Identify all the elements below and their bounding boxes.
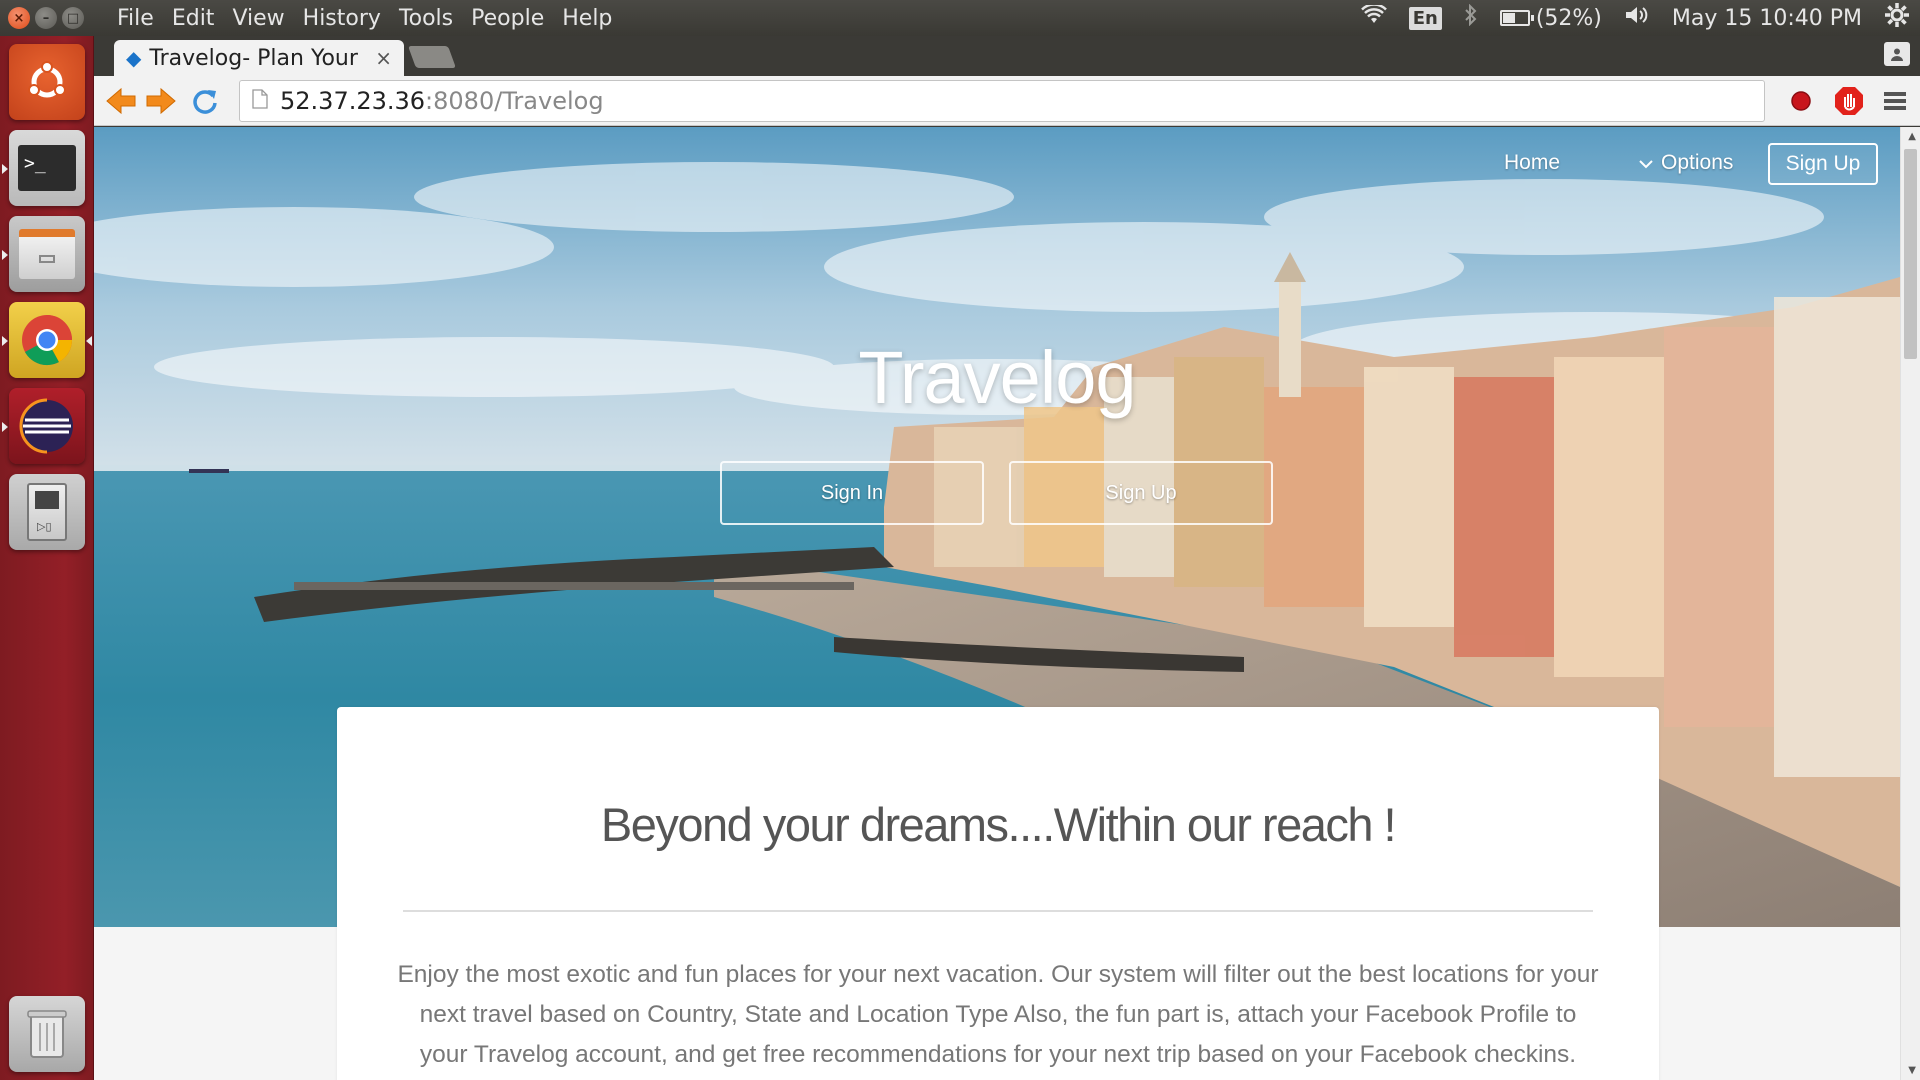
- adblock-extension-icon[interactable]: [1834, 86, 1864, 116]
- menu-tools[interactable]: Tools: [390, 6, 462, 31]
- menu-edit[interactable]: Edit: [163, 6, 224, 31]
- trash-icon[interactable]: [9, 996, 85, 1072]
- clock-datetime[interactable]: May 15 10:40 PM: [1672, 6, 1862, 31]
- browser-tab-active[interactable]: ◆ Travelog- Plan Your ×: [114, 40, 404, 76]
- url-host: 52.37.23.36: [280, 87, 426, 115]
- page-scrollbar[interactable]: ▲ ▼: [1900, 127, 1920, 1080]
- scroll-down-arrow-icon[interactable]: ▼: [1908, 1065, 1916, 1076]
- menu-history[interactable]: History: [294, 6, 390, 31]
- menu-file[interactable]: File: [108, 6, 163, 31]
- hero-signup-button[interactable]: Sign Up: [1009, 461, 1273, 525]
- intro-heading: Beyond your dreams....Within our reach !: [600, 798, 1397, 851]
- launcher-running-indicator: [2, 250, 8, 260]
- window-controls: × – □: [8, 7, 100, 29]
- nav-options-dropdown[interactable]: Options: [1639, 151, 1733, 175]
- intro-card: Beyond your dreams....Within our reach !…: [337, 707, 1659, 1080]
- ubuntu-dash-icon[interactable]: [9, 44, 85, 120]
- chevron-down-icon: [1639, 151, 1653, 175]
- keyboard-language-indicator[interactable]: En: [1408, 6, 1442, 30]
- url-path: :8080/Travelog: [425, 87, 604, 115]
- menu-help[interactable]: Help: [553, 6, 621, 31]
- scroll-up-arrow-icon[interactable]: ▲: [1908, 131, 1916, 142]
- system-top-panel: × – □ File Edit View History Tools Peopl…: [0, 0, 1920, 36]
- web-page-viewport: Home Options Sign Up Travelog Sign In Si…: [94, 127, 1920, 1080]
- menu-view[interactable]: View: [223, 6, 293, 31]
- record-extension-icon[interactable]: [1786, 86, 1816, 116]
- window-maximize-button[interactable]: □: [62, 7, 84, 29]
- divider: [403, 910, 1593, 912]
- window-close-button[interactable]: ×: [8, 7, 30, 29]
- nav-home-link[interactable]: Home: [1504, 151, 1560, 175]
- launcher-running-indicator: [2, 422, 8, 432]
- terminal-icon[interactable]: >_: [9, 130, 85, 206]
- browser-menu-icon[interactable]: [1880, 86, 1910, 116]
- page-icon: [252, 87, 268, 115]
- nav-options-label: Options: [1661, 151, 1734, 174]
- menu-people[interactable]: People: [462, 6, 553, 31]
- wifi-icon[interactable]: [1360, 3, 1387, 31]
- hero-title: Travelog: [858, 336, 1136, 419]
- battery-icon: [1499, 10, 1534, 26]
- chrome-icon[interactable]: [9, 302, 85, 378]
- intro-paragraph: Enjoy the most exotic and fun places for…: [397, 961, 1599, 1068]
- profile-icon[interactable]: [1884, 42, 1910, 66]
- tab-close-icon[interactable]: ×: [375, 46, 392, 70]
- eclipse-icon[interactable]: [9, 388, 85, 464]
- launcher-running-indicator: [2, 164, 8, 174]
- reload-button[interactable]: [188, 85, 222, 117]
- system-gear-icon[interactable]: [1884, 2, 1910, 34]
- nav-signup-button[interactable]: Sign Up: [1768, 143, 1878, 185]
- files-icon[interactable]: [9, 216, 85, 292]
- bluetooth-icon[interactable]: [1464, 3, 1478, 32]
- browser-tab-strip: ◆ Travelog- Plan Your ×: [94, 36, 1920, 76]
- battery-percent: (52%): [1535, 5, 1602, 31]
- app-menu-bar: File Edit View History Tools People Help: [108, 6, 621, 31]
- site-favicon-icon: ◆: [126, 46, 142, 70]
- new-tab-button[interactable]: [407, 46, 457, 68]
- unity-launcher: >_ ▷▯: [0, 36, 94, 1080]
- launcher-running-indicator: [2, 336, 8, 346]
- address-bar[interactable]: 52.37.23.36:8080/Travelog: [239, 80, 1765, 122]
- scrollbar-thumb[interactable]: [1904, 149, 1917, 359]
- volume-icon[interactable]: [1624, 4, 1650, 32]
- hero-signin-button[interactable]: Sign In: [720, 461, 984, 525]
- window-minimize-button[interactable]: –: [35, 7, 57, 29]
- browser-toolbar: 52.37.23.36:8080/Travelog: [94, 76, 1920, 126]
- battery-indicator[interactable]: (52%): [1499, 5, 1602, 31]
- system-indicators: En (52%) May 15 10:40 PM: [1360, 2, 1920, 34]
- forward-button[interactable]: [144, 85, 178, 117]
- launcher-focused-indicator: [86, 336, 92, 346]
- tab-title: Travelog- Plan Your: [149, 45, 358, 71]
- media-player-icon[interactable]: ▷▯: [9, 474, 85, 550]
- back-button[interactable]: [104, 85, 138, 117]
